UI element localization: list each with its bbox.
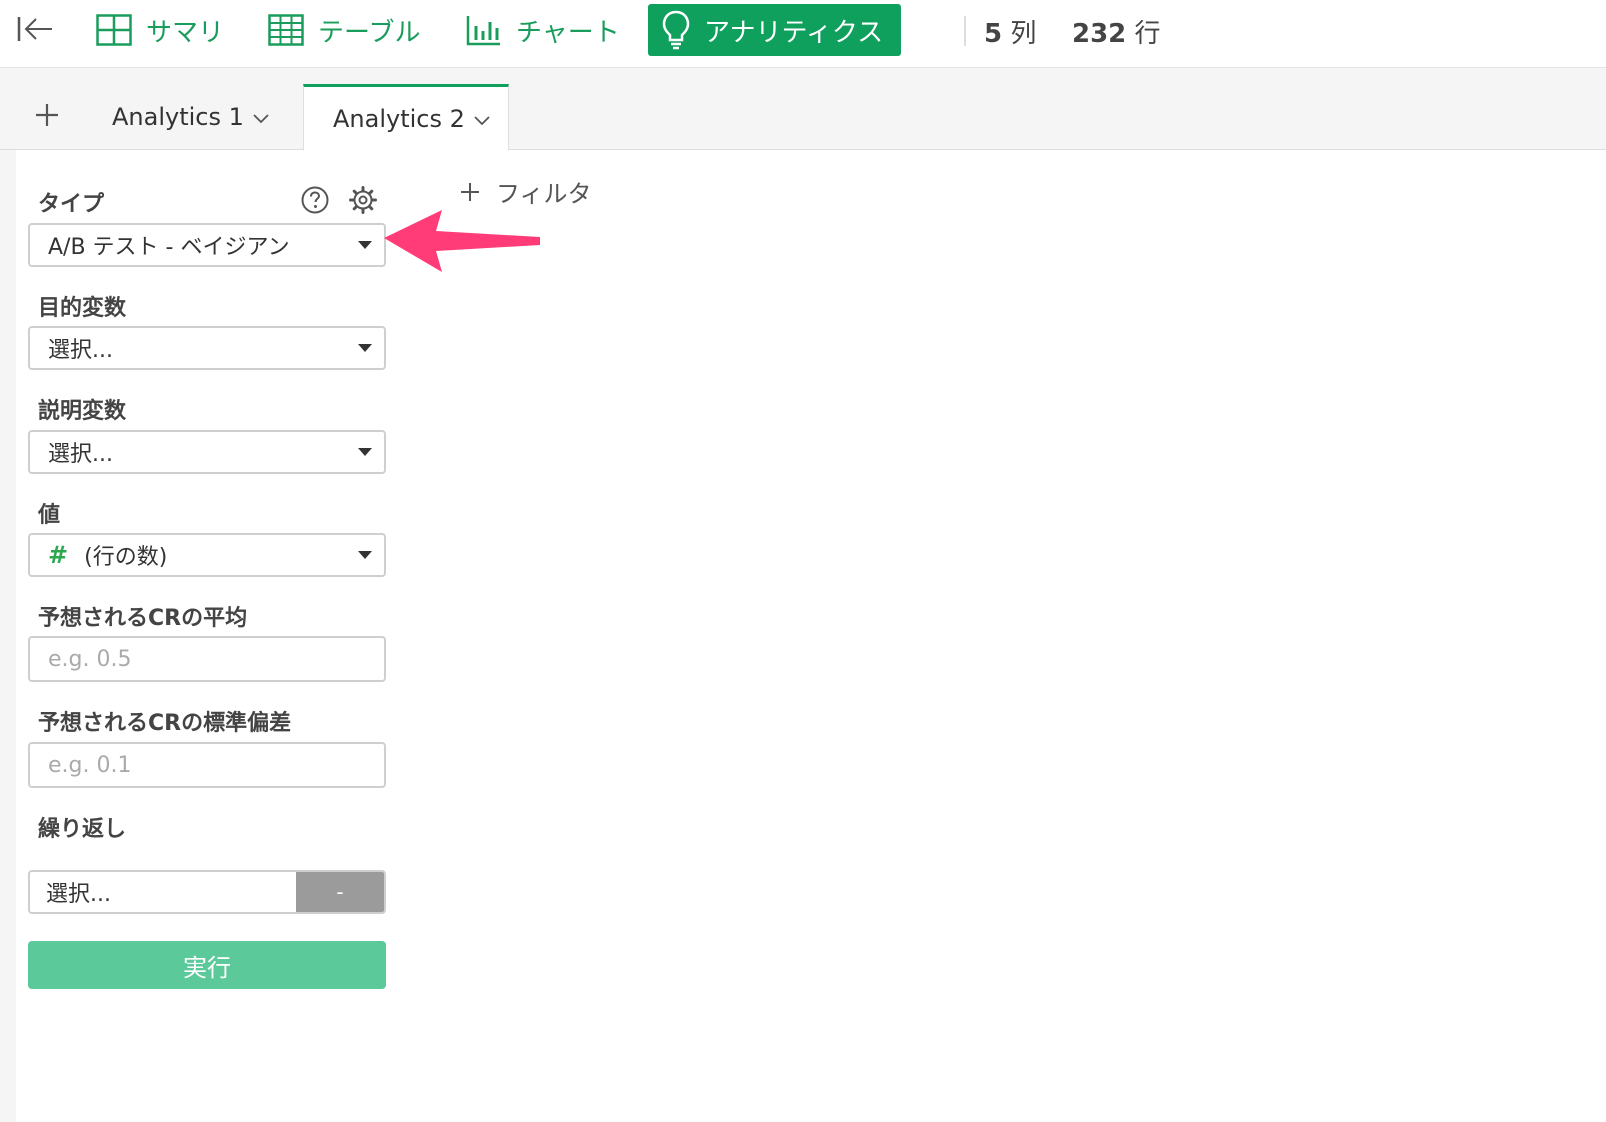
cr-mean-input[interactable] xyxy=(28,636,386,682)
cr-sd-label: 予想されるCRの標準偏差 xyxy=(38,711,292,736)
caret-down-icon xyxy=(358,241,372,249)
analytics-config-panel: タイプ A/B テスト - ベイジアン 目的変数 選択... 説明変数 選択..… xyxy=(16,150,406,1122)
tab-analytics-label: アナリティクス xyxy=(704,17,884,48)
chevron-down-icon[interactable] xyxy=(473,115,491,127)
row-count: 232 行 xyxy=(1072,13,1161,50)
target-variable-select[interactable]: 選択... xyxy=(28,326,386,370)
repeat-control: 選択... - xyxy=(28,870,386,914)
analytics-tab-1[interactable]: Analytics 1 xyxy=(112,84,270,150)
chevron-down-icon[interactable] xyxy=(252,113,270,125)
analytics-tab-2-label: Analytics 2 xyxy=(333,104,465,133)
row-count-unit: 行 xyxy=(1134,19,1161,49)
column-count-value: 5 xyxy=(984,19,1003,49)
caret-down-icon xyxy=(358,448,372,456)
help-icon[interactable] xyxy=(300,185,330,215)
explanatory-variable-value: 選択... xyxy=(48,442,113,467)
column-count-unit: 列 xyxy=(1010,19,1037,49)
bar-chart-icon xyxy=(466,16,500,46)
caret-down-icon xyxy=(358,551,372,559)
repeat-select[interactable]: 選択... xyxy=(30,872,296,912)
analytics-tab-1-label: Analytics 1 xyxy=(112,103,244,131)
run-button[interactable]: 実行 xyxy=(28,941,386,989)
collapse-sidebar-icon[interactable] xyxy=(14,12,56,46)
type-select-value: A/B テスト - ベイジアン xyxy=(48,235,290,260)
value-select-value: (行の数) xyxy=(84,545,168,570)
target-variable-label: 目的変数 xyxy=(38,296,127,321)
tab-analytics[interactable]: アナリティクス xyxy=(648,4,902,56)
annotation-arrow-icon xyxy=(384,210,540,272)
add-tab-icon[interactable] xyxy=(32,100,62,130)
caret-down-icon xyxy=(358,344,372,352)
target-variable-value: 選択... xyxy=(48,338,113,363)
table-icon xyxy=(268,14,304,46)
gear-icon[interactable] xyxy=(348,185,378,215)
column-count: 5 列 xyxy=(984,13,1036,50)
analytics-tab-strip: Analytics 1 Analytics 2 xyxy=(0,68,1606,151)
lightbulb-icon xyxy=(662,10,690,50)
tab-table-label: テーブル xyxy=(318,17,421,48)
row-count-value: 232 xyxy=(1072,19,1127,49)
numeric-hash-icon: # xyxy=(48,541,69,569)
tab-chart-label: チャート xyxy=(516,17,620,48)
explanatory-variable-label: 説明変数 xyxy=(38,399,127,424)
type-select[interactable]: A/B テスト - ベイジアン xyxy=(28,223,386,267)
type-label: タイプ xyxy=(38,192,105,217)
repeat-label: 繰り返し xyxy=(38,817,127,842)
cr-mean-label: 予想されるCRの平均 xyxy=(38,606,248,631)
cr-sd-input[interactable] xyxy=(28,742,386,788)
value-label: 値 xyxy=(38,503,61,528)
explanatory-variable-select[interactable]: 選択... xyxy=(28,430,386,474)
summary-grid-icon xyxy=(96,14,132,46)
top-toolbar: サマリ テーブル チャート アナリティクス 5 列 232 行 xyxy=(0,0,1606,68)
tab-summary[interactable]: サマリ xyxy=(96,4,224,56)
left-gutter xyxy=(0,150,16,1122)
repeat-clear-button[interactable]: - xyxy=(296,872,384,912)
analytics-tab-2[interactable]: Analytics 2 xyxy=(303,84,509,151)
tab-table[interactable]: テーブル xyxy=(268,4,420,56)
value-select[interactable]: # (行の数) xyxy=(28,533,386,577)
toolbar-divider xyxy=(964,16,966,46)
tab-summary-label: サマリ xyxy=(146,17,225,48)
tab-chart[interactable]: チャート xyxy=(466,4,620,56)
plus-icon xyxy=(461,182,479,201)
